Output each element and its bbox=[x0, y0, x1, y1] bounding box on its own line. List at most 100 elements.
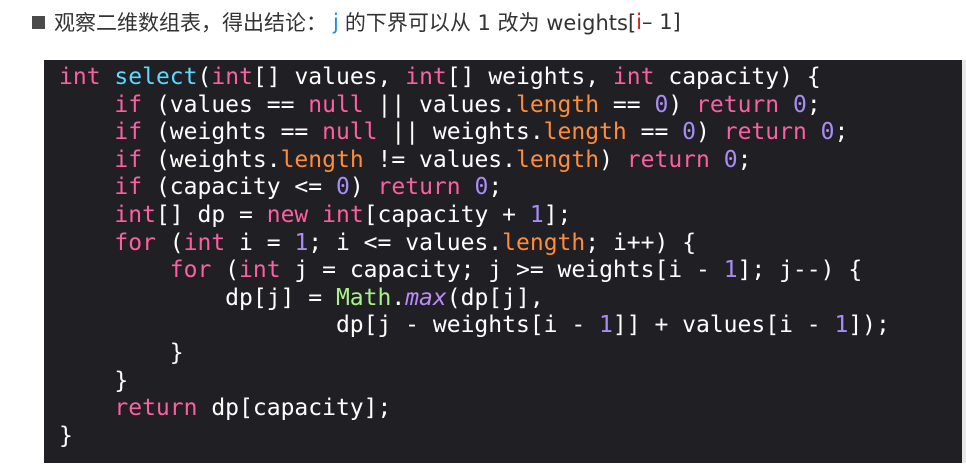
code-line: } bbox=[59, 340, 962, 368]
keyword-token: int bbox=[183, 229, 226, 256]
keyword-token: return bbox=[114, 395, 198, 422]
code-text: ]; j--) { bbox=[737, 257, 863, 284]
keyword-token: return bbox=[626, 146, 710, 173]
code-line: } bbox=[59, 423, 962, 451]
code-text: (values == bbox=[142, 91, 309, 118]
keyword-token: int bbox=[239, 257, 281, 284]
number-token: 1 bbox=[294, 229, 309, 256]
number-token: 0 bbox=[820, 119, 835, 146]
code-line: for (int i = 1; i <= values.length; i++)… bbox=[59, 230, 962, 258]
keyword-token: return bbox=[377, 174, 461, 201]
code-text: ) bbox=[599, 146, 627, 173]
number-token: 0 bbox=[682, 119, 697, 146]
keyword-token: for bbox=[114, 229, 156, 256]
keyword-token: int bbox=[114, 201, 156, 228]
code-text: != values. bbox=[363, 146, 516, 173]
code-line: if (weights.length != values.length) ret… bbox=[59, 147, 962, 175]
keyword-token: int bbox=[322, 201, 364, 228]
code-text: || values. bbox=[363, 91, 516, 118]
keyword-token: new bbox=[266, 201, 309, 228]
code-listing: int select(int[] values, int[] weights, … bbox=[59, 64, 962, 450]
code-text: capacity) { bbox=[654, 64, 821, 90]
number-token: 1 bbox=[723, 257, 738, 284]
keyword-token: return bbox=[696, 91, 780, 118]
code-text: . bbox=[391, 284, 406, 311]
code-line: if (capacity <= 0) return 0; bbox=[59, 174, 962, 202]
code-line: dp[j] = Math.max(dp[j], bbox=[59, 285, 962, 313]
code-text: || weights. bbox=[377, 119, 544, 146]
property-token: length bbox=[515, 91, 600, 118]
code-text: ; bbox=[737, 146, 752, 173]
code-text: [capacity + bbox=[363, 201, 530, 228]
keyword-token: int bbox=[59, 64, 101, 90]
keyword-token: null bbox=[322, 119, 378, 146]
property-token: length bbox=[502, 229, 586, 256]
number-token: 0 bbox=[792, 91, 807, 118]
code-text: j = capacity; j >= weights[i - bbox=[280, 257, 724, 284]
function-name-token: select bbox=[114, 64, 198, 90]
note-suffix: – 1] bbox=[642, 10, 681, 34]
code-text: } bbox=[59, 367, 129, 394]
code-text: } bbox=[59, 339, 184, 366]
code-line: if (weights == null || weights.length ==… bbox=[59, 119, 962, 147]
keyword-token: for bbox=[169, 257, 212, 284]
code-text: } bbox=[59, 422, 73, 449]
code-text: ( bbox=[197, 64, 212, 90]
keyword-token: int bbox=[211, 64, 253, 90]
code-text: ) bbox=[349, 174, 378, 201]
number-token: 0 bbox=[654, 91, 669, 118]
code-text: ( bbox=[211, 257, 240, 284]
code-text: ) bbox=[696, 119, 724, 146]
property-token: length bbox=[280, 146, 364, 173]
code-text: ( bbox=[155, 229, 184, 256]
property-token: length bbox=[516, 146, 600, 173]
code-block: int select(int[] values, int[] weights, … bbox=[44, 60, 966, 463]
keyword-token: if bbox=[114, 146, 143, 173]
note-middle: 的下界可以从 1 改为 weights[ bbox=[344, 11, 637, 35]
keyword-token: null bbox=[308, 91, 364, 118]
code-text: ; bbox=[488, 174, 503, 201]
code-text: dp[j] = bbox=[59, 284, 336, 311]
number-token: 0 bbox=[474, 174, 489, 201]
code-text: == bbox=[626, 119, 683, 146]
number-token: 1 bbox=[599, 312, 613, 339]
code-line: dp[j - weights[i - 1]] + values[i - 1]); bbox=[59, 312, 962, 340]
class-name-token: Math bbox=[335, 284, 392, 311]
code-text: ; i++) { bbox=[585, 229, 697, 256]
code-line: if (values == null || values.length == 0… bbox=[59, 92, 962, 120]
number-token: 1 bbox=[834, 312, 849, 339]
keyword-token: int bbox=[612, 64, 655, 90]
note-j-variable: j bbox=[333, 10, 339, 34]
number-token: 0 bbox=[723, 146, 738, 173]
code-text: ]] + values[i - bbox=[612, 312, 835, 339]
code-text: ) bbox=[668, 91, 697, 118]
code-line: int select(int[] values, int[] weights, … bbox=[59, 64, 962, 92]
code-text: (weights. bbox=[142, 146, 281, 173]
keyword-token: int bbox=[405, 64, 447, 90]
property-token: length bbox=[543, 119, 627, 146]
code-text: [] weights, bbox=[446, 64, 613, 90]
keyword-token: return bbox=[723, 119, 807, 146]
code-text: ; i <= values. bbox=[308, 229, 503, 256]
code-text: (dp[j], bbox=[446, 284, 544, 311]
keyword-token: if bbox=[114, 119, 143, 146]
code-text: ; bbox=[806, 91, 821, 118]
code-line: int[] dp = new int[capacity + 1]; bbox=[59, 202, 962, 230]
number-token: 0 bbox=[335, 174, 350, 201]
code-text: ]; bbox=[543, 201, 572, 228]
conclusion-note: 观察二维数组表，得出结论： j 的下界可以从 1 改为 weights[ i –… bbox=[32, 6, 681, 38]
code-text: dp[capacity]; bbox=[197, 395, 392, 422]
